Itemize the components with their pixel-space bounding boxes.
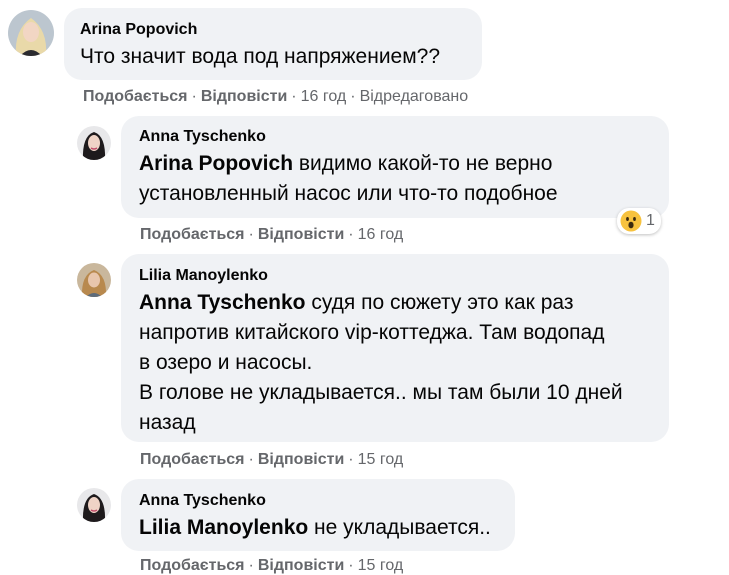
comment-time[interactable]: 16 год [301,88,347,105]
comment-author[interactable]: Anna Tyschenko [139,127,652,147]
comment-author[interactable]: Arina Popovich [80,20,466,40]
mention-link[interactable]: Anna Tyschenko [139,291,305,314]
comment-actions: Подобається · Відповісти · 16 год · Відредагов… [83,88,468,106]
avatar-photo-icon [77,126,111,160]
separator: · [191,88,197,105]
avatar-anna-tyschenko[interactable] [77,488,111,522]
like-button[interactable]: Подобається [140,451,245,468]
comment-time[interactable]: 15 год [358,557,404,574]
mention-link[interactable]: Lilia Manoylenko [139,516,308,539]
reply-button[interactable]: Відповісти [258,451,344,468]
comment-actions: Подобається · Відповісти · 15 год [140,557,403,575]
comment-time[interactable]: 15 год [358,451,404,468]
reply-bubble: Anna Tyschenko Lilia Manoylenko не уклад… [121,479,515,551]
comment-body: не укладывается.. [314,516,491,539]
separator: · [291,88,297,105]
reaction-badge[interactable]: 1 [617,208,661,234]
like-button[interactable]: Подобається [140,557,245,574]
avatar-arina-popovich[interactable] [8,10,54,56]
separator: · [348,557,354,574]
comment-text: Lilia Manoylenko не укладывается.. [139,513,498,543]
reply-bubble: Lilia Manoylenko Anna Tyschenko судя по … [121,254,669,442]
comment-author[interactable]: Lilia Manoylenko [139,266,652,286]
reply-bubble: Anna Tyschenko Arina Popovich видимо как… [121,116,669,218]
avatar-photo-icon [8,10,54,56]
reply-button[interactable]: Відповісти [201,88,287,105]
comment-text: Anna Tyschenko судя по сюжету это как ра… [139,288,652,438]
reply-button[interactable]: Відповісти [258,557,344,574]
reply-button[interactable]: Відповісти [258,226,344,243]
avatar-lilia-manoylenko[interactable] [77,263,111,297]
comment-actions: Подобається · Відповісти · 16 год [140,226,403,244]
wow-emoji-icon [620,210,642,232]
comment-bubble: Arina Popovich Что значит вода под напря… [64,8,482,80]
separator: · [248,226,254,243]
comment-text: Что значит вода под напряжением?? [80,45,441,68]
separator: · [248,557,254,574]
like-button[interactable]: Подобається [83,88,188,105]
like-button[interactable]: Подобається [140,226,245,243]
separator: · [348,451,354,468]
reaction-count: 1 [646,212,655,229]
avatar-anna-tyschenko[interactable] [77,126,111,160]
separator: · [248,451,254,468]
separator: · [350,88,356,105]
comment-actions: Подобається · Відповісти · 15 год [140,451,403,469]
edited-label[interactable]: Відредаговано [360,88,469,105]
comment-author[interactable]: Anna Tyschenko [139,491,498,511]
avatar-photo-icon [77,263,111,297]
separator: · [348,226,354,243]
avatar-photo-icon [77,488,111,522]
comment-text: Arina Popovich видимо какой-то не верно … [139,149,652,209]
mention-link[interactable]: Arina Popovich [139,152,293,175]
comment-time[interactable]: 16 год [358,226,404,243]
